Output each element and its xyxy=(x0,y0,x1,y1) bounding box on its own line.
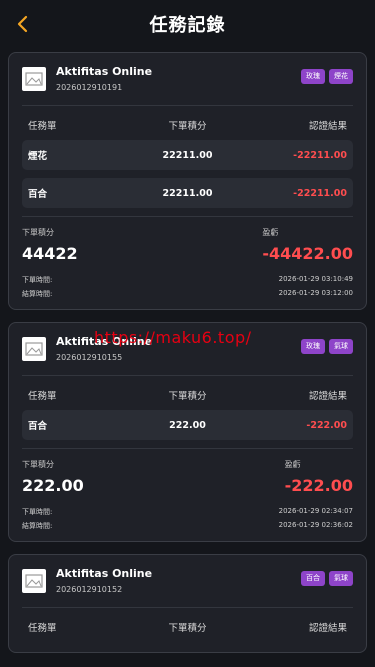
column-header-points: 下單積分 xyxy=(168,121,207,132)
record-card[interactable]: Aktifitas Online 2026012910155 玫瑰 氣球 任務單… xyxy=(8,322,367,542)
order-number: 2026012910152 xyxy=(56,585,123,594)
column-header-task: 任務單 xyxy=(28,623,57,634)
divider xyxy=(22,216,353,217)
image-placeholder-icon xyxy=(25,72,43,86)
task-result: -22211.00 xyxy=(293,187,347,199)
shop-logo xyxy=(22,67,46,91)
column-header-result: 認證結果 xyxy=(308,391,347,402)
table-row: 百合 222.00 -222.00 xyxy=(22,410,353,440)
task-points: 22211.00 xyxy=(162,187,213,199)
settle-time-label: 結算時間: xyxy=(22,290,53,298)
order-number: 2026012910191 xyxy=(56,83,123,92)
summary: 下單積分 44422 盈虧 -44422.00 xyxy=(22,227,353,263)
shop-logo xyxy=(22,569,46,593)
time-info: 下單時間: 2026-01-29 02:34:07 結算時間: 2026-01-… xyxy=(22,507,353,531)
order-time-label: 下單時間: xyxy=(22,276,53,284)
total-points-label: 下單積分 xyxy=(22,228,54,237)
settle-time-value: 2026-01-29 02:36:02 xyxy=(278,521,353,529)
shop-name: Aktifitas Online xyxy=(56,65,153,78)
tag-badge: 氣球 xyxy=(329,339,353,354)
order-time-value: 2026-01-29 02:34:07 xyxy=(278,507,353,515)
column-header-result: 認證結果 xyxy=(308,121,347,132)
tag-badge: 百合 xyxy=(301,571,325,586)
order-time-label: 下單時間: xyxy=(22,508,53,516)
table-header: 任務單 下單積分 認證結果 xyxy=(22,608,353,642)
settle-time-label: 結算時間: xyxy=(22,522,53,530)
shop-logo xyxy=(22,337,46,361)
profit-label: 盈虧 xyxy=(284,460,301,469)
tag-badge: 玫瑰 xyxy=(301,339,325,354)
table-header: 任務單 下單積分 認證結果 xyxy=(22,376,353,410)
page-title: 任務記錄 xyxy=(149,15,226,36)
task-name: 百合 xyxy=(28,421,48,432)
image-placeholder-icon xyxy=(25,574,43,588)
column-header-points: 下單積分 xyxy=(168,623,207,634)
column-header-task: 任務單 xyxy=(28,391,57,402)
table-row: 百合 22211.00 -22211.00 xyxy=(22,178,353,208)
shop-name: Aktifitas Online xyxy=(56,335,153,348)
column-header-task: 任務單 xyxy=(28,121,57,132)
image-placeholder-icon xyxy=(25,342,43,356)
time-info: 下單時間: 2026-01-29 03:10:49 結算時間: 2026-01-… xyxy=(22,275,353,299)
task-result: -222.00 xyxy=(306,419,347,431)
column-header-result: 認證結果 xyxy=(308,623,347,634)
back-button[interactable] xyxy=(10,12,34,36)
table-row: 煙花 22211.00 -22211.00 xyxy=(22,140,353,170)
order-number: 2026012910155 xyxy=(56,353,123,362)
record-card[interactable]: Aktifitas Online 2026012910152 百合 氣球 任務單… xyxy=(8,554,367,653)
tag-badge: 煙花 xyxy=(329,69,353,84)
divider xyxy=(22,448,353,449)
column-header-points: 下單積分 xyxy=(168,391,207,402)
table-header: 任務單 下單積分 認證結果 xyxy=(22,106,353,140)
record-card[interactable]: Aktifitas Online 2026012910191 玫瑰 煙花 任務單… xyxy=(8,52,367,310)
profit-label: 盈虧 xyxy=(262,228,279,237)
tag-badge: 玫瑰 xyxy=(301,69,325,84)
profit-value: -222.00 xyxy=(284,476,353,495)
task-points: 22211.00 xyxy=(162,149,213,161)
task-name: 百合 xyxy=(28,189,48,200)
chevron-left-icon xyxy=(17,15,28,33)
total-points-value: 222.00 xyxy=(22,476,84,495)
profit-value: -44422.00 xyxy=(262,244,353,263)
tag-badge: 氣球 xyxy=(329,571,353,586)
top-bar: 任務記錄 xyxy=(0,0,375,48)
shop-name: Aktifitas Online xyxy=(56,567,153,580)
total-points-value: 44422 xyxy=(22,244,78,263)
task-name: 煙花 xyxy=(28,151,48,162)
settle-time-value: 2026-01-29 03:12:00 xyxy=(278,289,353,297)
task-points: 222.00 xyxy=(169,419,206,431)
task-result: -22211.00 xyxy=(293,149,347,161)
record-list[interactable]: Aktifitas Online 2026012910191 玫瑰 煙花 任務單… xyxy=(0,48,375,653)
order-time-value: 2026-01-29 03:10:49 xyxy=(278,275,353,283)
summary: 下單積分 222.00 盈虧 -222.00 xyxy=(22,459,353,495)
total-points-label: 下單積分 xyxy=(22,460,54,469)
